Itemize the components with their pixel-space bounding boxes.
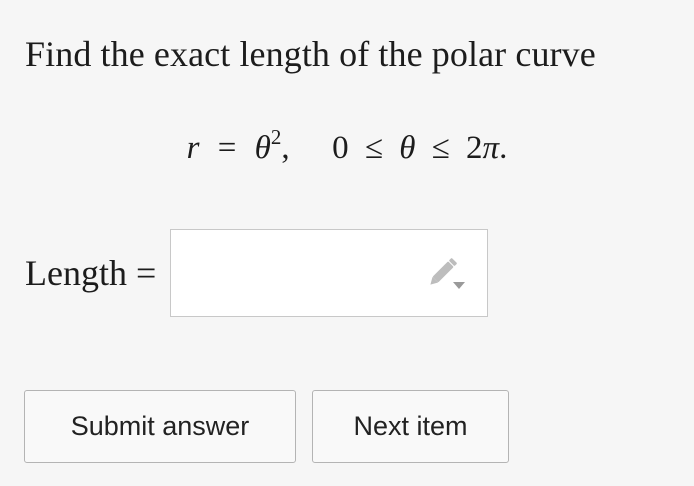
question-page: Find the exact length of the polar curve…: [0, 0, 694, 486]
equation-lhs: r: [186, 130, 200, 166]
equation-equals: =: [217, 130, 237, 166]
equation-comma: ,: [281, 130, 290, 166]
equation-range-high-symbol: π: [482, 130, 500, 166]
length-answer-field[interactable]: [170, 229, 489, 317]
submit-answer-button[interactable]: Submit answer: [24, 390, 296, 463]
equation-exponent: 2: [270, 125, 282, 149]
equation-range-low: 0: [332, 130, 349, 166]
length-label: Length =: [25, 253, 157, 293]
answer-row: Length =: [25, 229, 489, 317]
equation-base: θ: [254, 130, 271, 166]
next-item-button[interactable]: Next item: [312, 390, 509, 463]
pencil-dropdown-icon[interactable]: [425, 256, 467, 294]
equation: r = θ2, 0 ≤ θ ≤ 2π.: [0, 124, 694, 172]
equation-le-2: ≤: [431, 130, 450, 166]
equation-range-high-coef: 2: [466, 130, 483, 166]
question-prompt: Find the exact length of the polar curve: [25, 34, 596, 74]
equation-period: .: [499, 130, 508, 166]
equation-le-1: ≤: [364, 130, 383, 166]
equation-variable: θ: [399, 130, 416, 166]
